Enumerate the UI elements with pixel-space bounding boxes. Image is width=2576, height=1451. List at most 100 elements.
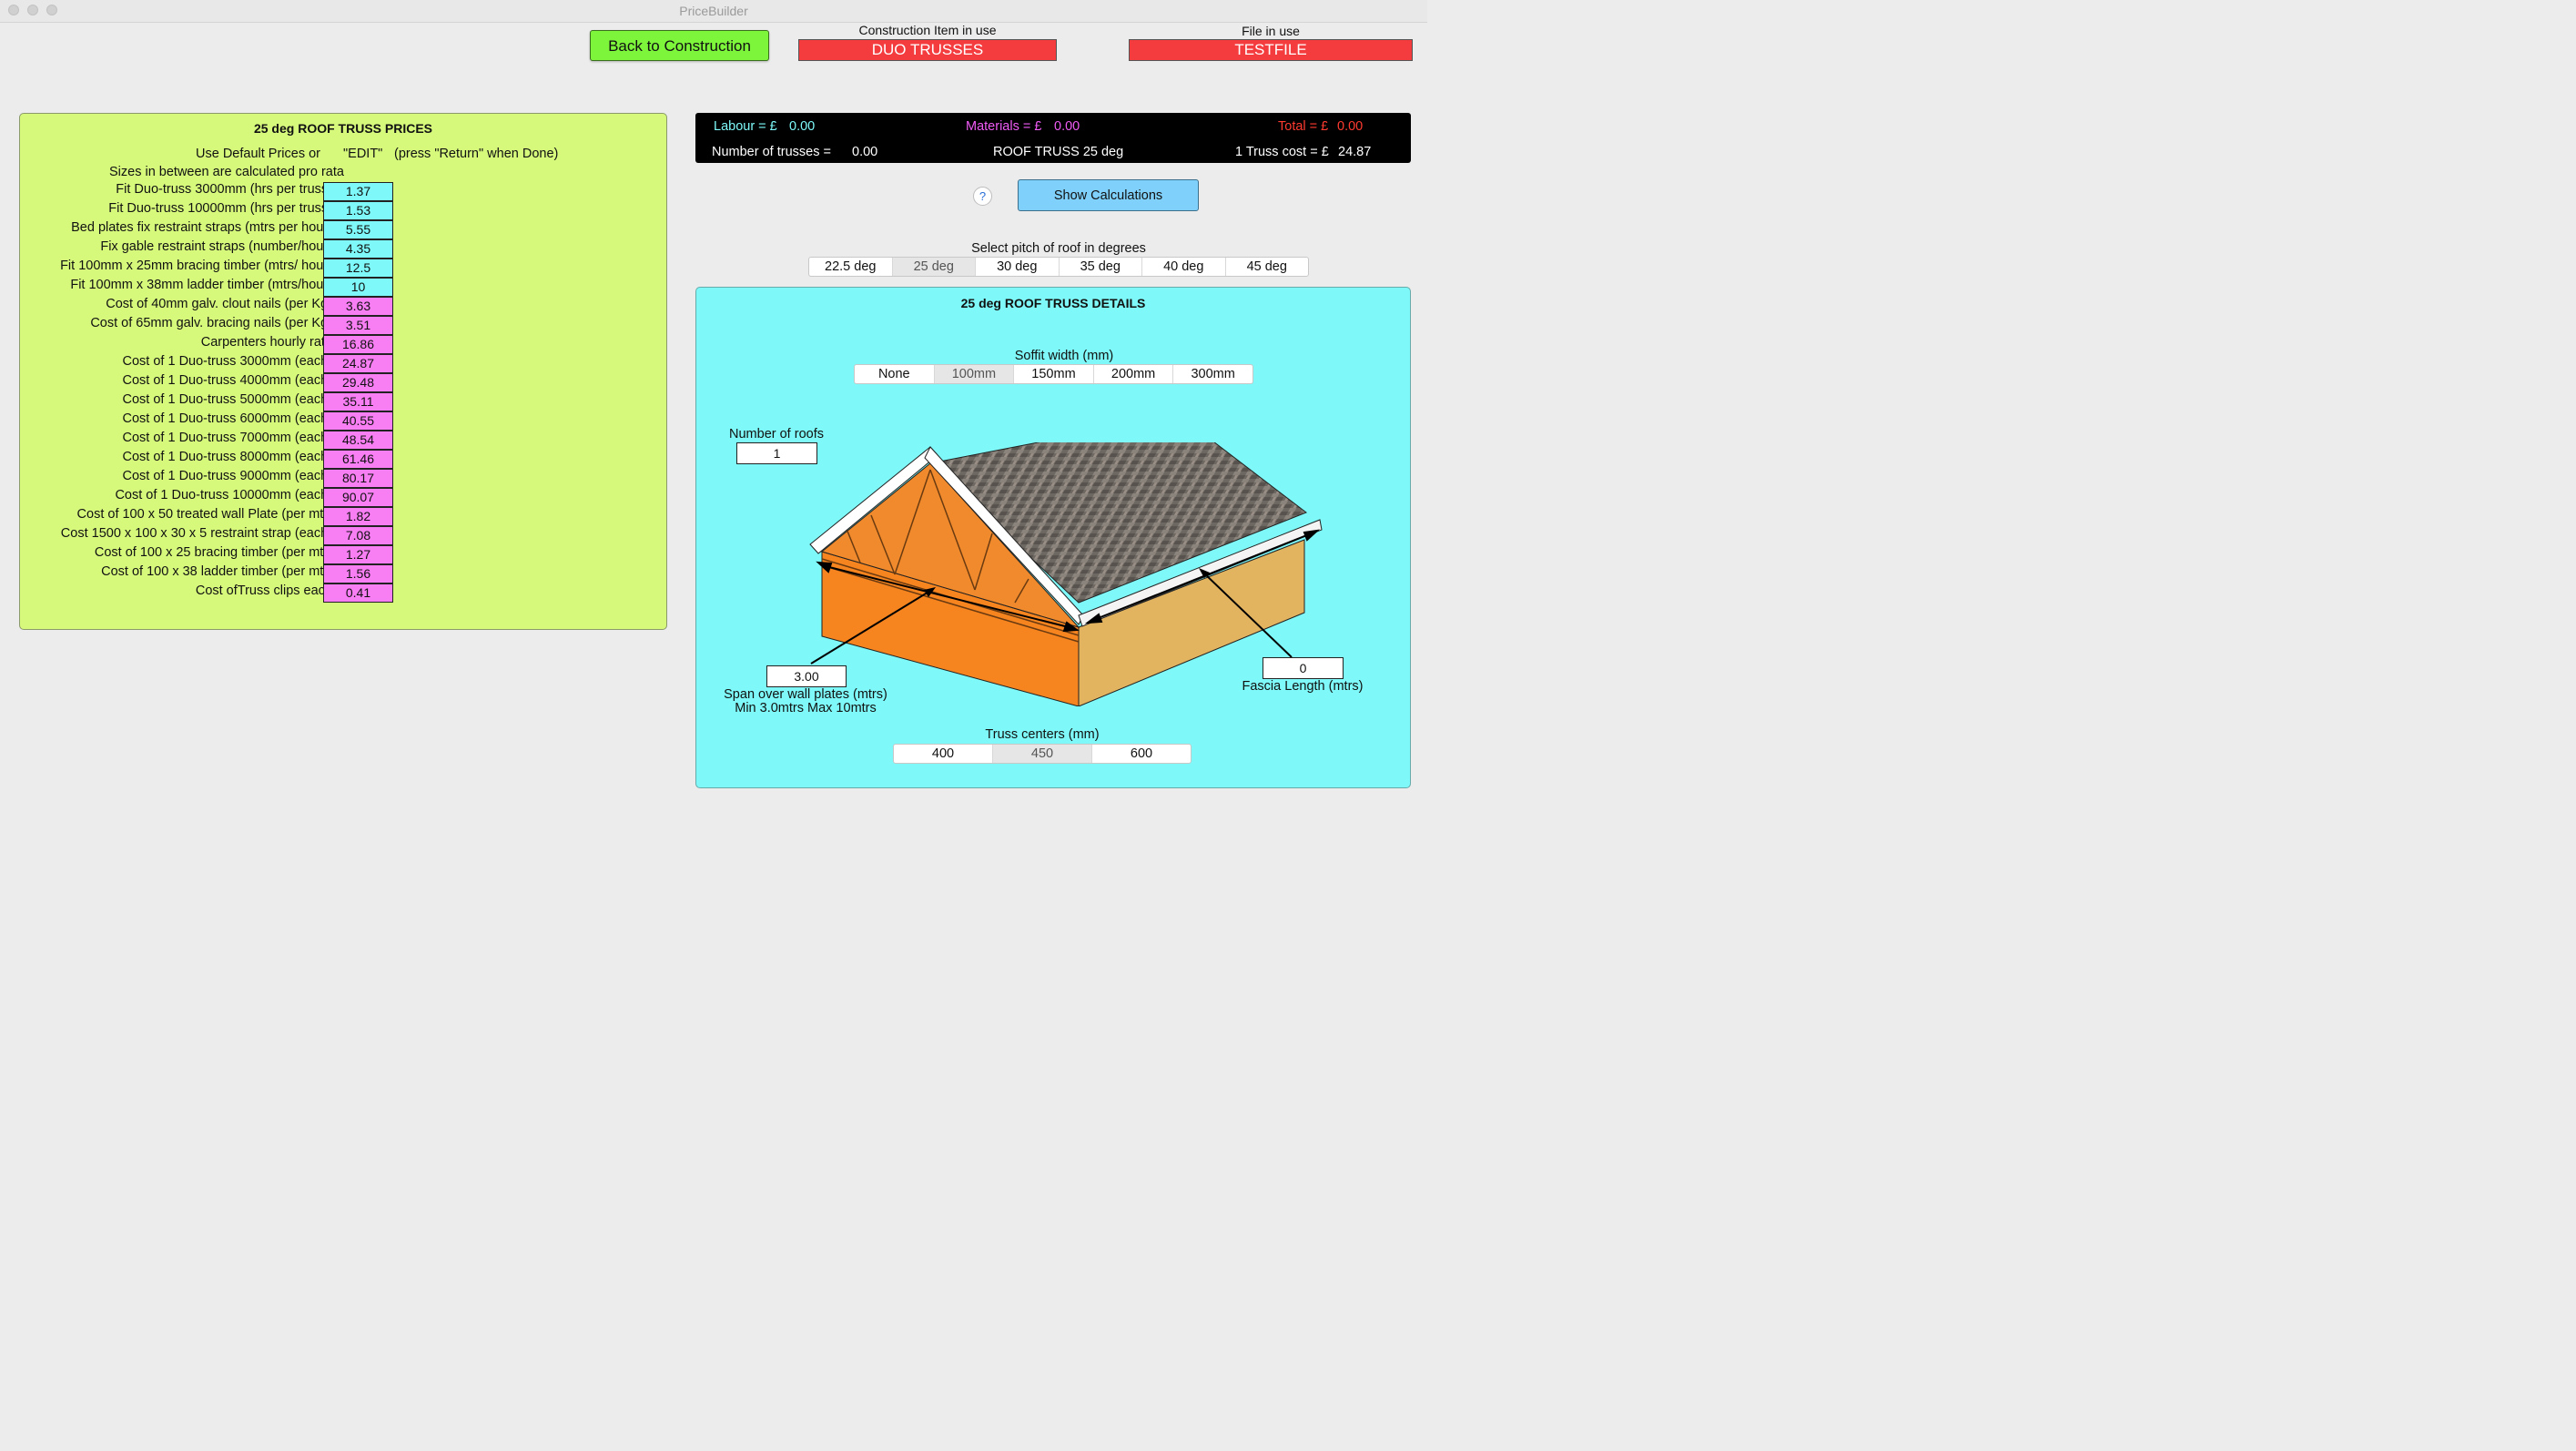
- price-row-value-field[interactable]: 3.63: [323, 297, 393, 316]
- fascia-input[interactable]: 0: [1263, 657, 1344, 679]
- pitch-option[interactable]: 40 deg: [1142, 258, 1226, 276]
- span-pointer-arrow: [810, 587, 936, 665]
- price-row-label: Cost of 65mm galv. bracing nails (per Kg…: [90, 316, 332, 330]
- price-row-label: Cost of 1 Duo-truss 10000mm (each): [115, 488, 332, 502]
- price-row-label: Cost 1500 x 100 x 30 x 5 restraint strap…: [60, 526, 332, 541]
- truss-centers-option[interactable]: 600: [1092, 745, 1191, 763]
- price-row-label: Fit 100mm x 38mm ladder timber (mtrs/hou…: [70, 278, 332, 292]
- price-row-label: Cost ofTruss clips each: [195, 583, 332, 598]
- trusses-label: Number of trusses =: [712, 145, 831, 159]
- prices-panel-title: 25 deg ROOF TRUSS PRICES: [253, 121, 433, 136]
- price-row-value-field[interactable]: 1.53: [323, 201, 393, 220]
- truss-centers-option[interactable]: 400: [894, 745, 993, 763]
- roofs-caption: Number of roofs: [729, 427, 824, 441]
- price-row-label: Cost of 100 x 38 ladder timber (per mtr): [101, 564, 332, 579]
- price-row-value-field[interactable]: 1.82: [323, 507, 393, 526]
- truss-centers-option[interactable]: 450: [993, 745, 1092, 763]
- truss-centers-selector: 400 450 600: [893, 744, 1192, 764]
- price-row-label: Fix gable restraint straps (number/hour): [100, 239, 332, 254]
- price-row-label: Fit Duo-truss 3000mm (hrs per truss): [116, 182, 332, 197]
- default-prices-instruction: Use Default Prices or: [196, 147, 320, 161]
- soffit-selector: None 100mm 150mm 200mm 300mm: [854, 364, 1253, 384]
- price-row-label: Fit 100mm x 25mm bracing timber (mtrs/ h…: [60, 259, 332, 273]
- total-label: Total = £: [1278, 119, 1329, 134]
- labour-value: 0.00: [789, 119, 816, 134]
- truss-centers-caption: Truss centers (mm): [985, 727, 1100, 742]
- pitch-option[interactable]: 45 deg: [1226, 258, 1309, 276]
- pitch-option[interactable]: 22.5 deg: [809, 258, 893, 276]
- span-caption: Span over wall plates (mtrs): [724, 687, 887, 702]
- fascia-pointer-arrow: [1199, 568, 1293, 658]
- soffit-option[interactable]: None: [855, 365, 935, 383]
- price-row-value-field[interactable]: 1.27: [323, 545, 393, 564]
- span-input[interactable]: 3.00: [766, 665, 847, 687]
- price-row-value-field[interactable]: 90.07: [323, 488, 393, 507]
- price-row-value-field[interactable]: 80.17: [323, 469, 393, 488]
- details-panel-title: 25 deg ROOF TRUSS DETAILS: [960, 296, 1146, 310]
- return-instruction: (press "Return" when Done): [394, 147, 559, 161]
- window-title: PriceBuilder: [679, 4, 748, 18]
- cost-summary-bar: Labour = £ 0.00 Materials = £ 0.00 Total…: [695, 113, 1411, 163]
- price-row-label: Cost of 1 Duo-truss 9000mm (each): [122, 469, 332, 483]
- price-row-label: Cost of 1 Duo-truss 6000mm (each): [122, 411, 332, 426]
- edit-prices-link[interactable]: "EDIT": [343, 147, 382, 161]
- soffit-option[interactable]: 150mm: [1014, 365, 1094, 383]
- price-row-label: Bed plates fix restraint straps (mtrs pe…: [71, 220, 332, 235]
- pitch-selector: 22.5 deg 25 deg 30 deg 35 deg 40 deg 45 deg: [808, 257, 1309, 277]
- price-row-label: Cost of 1 Duo-truss 3000mm (each): [122, 354, 332, 369]
- pro-rata-note: Sizes in between are calculated pro rata: [109, 165, 344, 179]
- price-row-value-field[interactable]: 29.48: [323, 373, 393, 392]
- soffit-caption: Soffit width (mm): [1014, 349, 1114, 363]
- soffit-option[interactable]: 100mm: [934, 365, 1015, 383]
- price-row-value-field[interactable]: 16.86: [323, 335, 393, 354]
- span-limits-caption: Min 3.0mtrs Max 10mtrs: [735, 701, 877, 715]
- materials-label: Materials = £: [966, 119, 1042, 134]
- help-icon[interactable]: ?: [973, 187, 992, 206]
- labour-label: Labour = £: [714, 119, 777, 134]
- soffit-option[interactable]: 200mm: [1094, 365, 1174, 383]
- pitch-option[interactable]: 25 deg: [892, 258, 976, 276]
- price-row-value-field[interactable]: 0.41: [323, 583, 393, 603]
- price-row-label: Cost of 1 Duo-truss 5000mm (each): [122, 392, 332, 407]
- price-row-label: Cost of 100 x 50 treated wall Plate (per…: [76, 507, 332, 522]
- price-row-label: Cost of 40mm galv. clout nails (per Kg): [106, 297, 332, 311]
- price-row-value-field[interactable]: 35.11: [323, 392, 393, 411]
- pitch-caption: Select pitch of roof in degrees: [971, 241, 1146, 256]
- price-row-value-field[interactable]: 40.55: [323, 411, 393, 431]
- price-row-value-field[interactable]: 1.56: [323, 564, 393, 583]
- roof-truss-details-panel: 25 deg ROOF TRUSS DETAILS Soffit width (…: [695, 287, 1411, 788]
- roof-truss-prices-panel: 25 deg ROOF TRUSS PRICES Use Default Pri…: [19, 113, 667, 630]
- price-row-value-field[interactable]: 1.37: [323, 182, 393, 201]
- file-value: TESTFILE: [1129, 39, 1413, 61]
- roof-type-label: ROOF TRUSS 25 deg: [993, 145, 1124, 159]
- price-row-value-field[interactable]: 3.51: [323, 316, 393, 335]
- fascia-caption: Fascia Length (mtrs): [1242, 679, 1364, 694]
- pitch-option[interactable]: 30 deg: [976, 258, 1060, 276]
- price-row-value-field[interactable]: 61.46: [323, 450, 393, 469]
- price-row-value-field[interactable]: 5.55: [323, 220, 393, 239]
- price-row-value-field[interactable]: 12.5: [323, 259, 393, 278]
- truss-cost-label: 1 Truss cost = £: [1235, 145, 1329, 159]
- pitch-option[interactable]: 35 deg: [1060, 258, 1142, 276]
- show-calculations-button[interactable]: Show Calculations: [1018, 179, 1199, 211]
- price-row-label: Cost of 1 Duo-truss 7000mm (each): [122, 431, 332, 445]
- trusses-value: 0.00: [852, 145, 878, 159]
- price-row-label: Cost of 1 Duo-truss 8000mm (each): [122, 450, 332, 464]
- soffit-option[interactable]: 300mm: [1173, 365, 1253, 383]
- construction-item-value: DUO TRUSSES: [798, 39, 1057, 61]
- materials-value: 0.00: [1054, 119, 1080, 134]
- price-row-label: Cost of 100 x 25 bracing timber (per mtr…: [94, 545, 332, 560]
- price-row-value-field[interactable]: 48.54: [323, 431, 393, 450]
- back-to-construction-button[interactable]: Back to Construction: [590, 30, 769, 61]
- construction-item-caption: Construction Item in use: [858, 23, 997, 37]
- price-row-label: Cost of 1 Duo-truss 4000mm (each): [122, 373, 332, 388]
- price-row-label: Carpenters hourly rate: [200, 335, 332, 350]
- price-row-value-field[interactable]: 10: [323, 278, 393, 297]
- price-row-label: Fit Duo-truss 10000mm (hrs per truss): [108, 201, 332, 216]
- file-caption: File in use: [1242, 24, 1300, 38]
- price-row-value-field[interactable]: 24.87: [323, 354, 393, 373]
- price-row-value-field[interactable]: 7.08: [323, 526, 393, 545]
- total-value: 0.00: [1337, 119, 1364, 134]
- truss-cost-value: 24.87: [1338, 145, 1372, 159]
- price-row-value-field[interactable]: 4.35: [323, 239, 393, 259]
